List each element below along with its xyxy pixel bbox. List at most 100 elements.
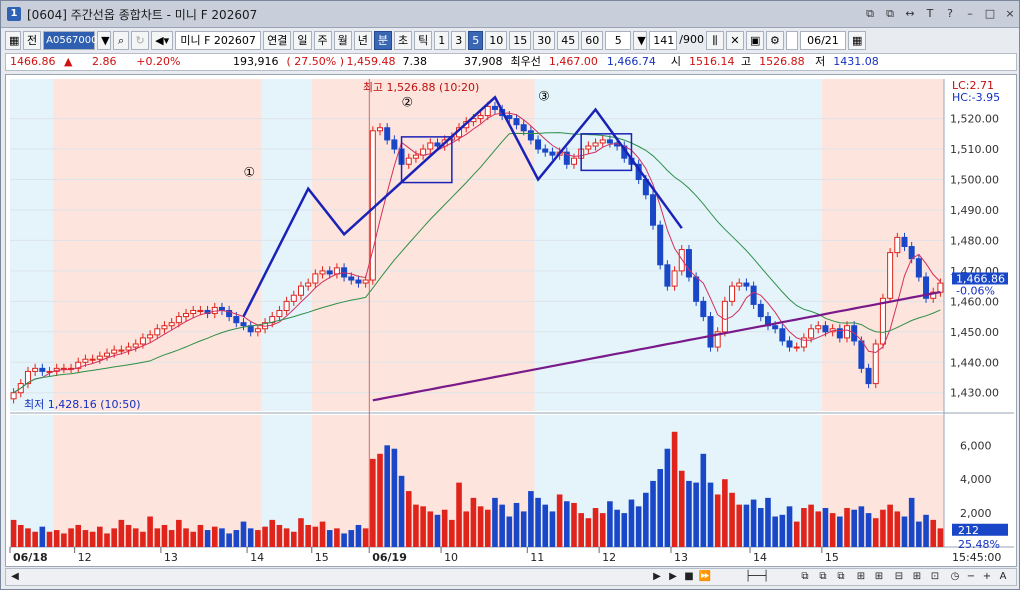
volume-bar	[17, 524, 24, 547]
tile-icon[interactable]: ⧉	[883, 7, 897, 21]
sound-icon[interactable]: ◀▾	[151, 30, 174, 50]
tab-week[interactable]: 주	[313, 30, 332, 50]
volume-bar	[635, 506, 642, 547]
chart-svg[interactable]: 1,520.00 1,510.00 1,500.00 1,490.00 1,480.00…	[6, 75, 1016, 566]
candle-body	[707, 316, 714, 348]
instrument-name-field[interactable]: 미니 F 202607	[175, 30, 262, 50]
tab-second[interactable]: 초	[394, 30, 413, 50]
zoom-in-icon[interactable]: +	[980, 570, 994, 584]
interval-10[interactable]: 10	[485, 30, 508, 50]
overlay-icon[interactable]: ⧉	[816, 570, 830, 584]
zoom-slider[interactable]: ├──┤	[722, 570, 792, 584]
time-label: 15	[315, 551, 329, 564]
grid-icon[interactable]: ⊞	[910, 570, 924, 584]
session-band	[10, 79, 54, 411]
open-interest: 37,908	[463, 55, 503, 68]
interval-value-field[interactable]: 5	[605, 30, 632, 50]
tab-minute[interactable]: 분	[373, 30, 392, 50]
chart-scrollbar[interactable]: ◀ ▶ ▶ ■ ⏩ ├──┤ ⧉ ⧉ ⧉ ⊞ ⊞ ⊟ ⊞ ⊡ ◷ − + A	[5, 568, 1017, 586]
font-size-icon[interactable]: A	[996, 570, 1010, 584]
candle-body	[89, 358, 96, 361]
help-icon[interactable]: ?	[943, 7, 957, 21]
volume-bar	[147, 516, 153, 547]
high-value: 1526.88	[759, 55, 805, 68]
volume-bar	[722, 479, 728, 547]
candle-body	[664, 264, 671, 287]
volume-bar	[456, 482, 462, 547]
volume-bar	[312, 526, 319, 547]
volume-bar	[219, 528, 225, 547]
zoom-out-icon[interactable]: −	[964, 570, 978, 584]
interval-1[interactable]: 1	[434, 30, 450, 50]
scroll-left-icon[interactable]: ◀	[8, 570, 22, 584]
interval-60[interactable]: 60	[581, 30, 604, 50]
refresh-icon[interactable]: ↻	[131, 30, 150, 50]
tab-year[interactable]: 년	[353, 30, 372, 50]
position-field[interactable]: 141	[649, 30, 678, 50]
tab-link[interactable]: 연결	[263, 30, 292, 50]
minimize-button[interactable]: –	[963, 7, 977, 21]
compare-icon[interactable]: ⧉	[834, 570, 848, 584]
candle-body	[96, 355, 103, 360]
indicator-icon[interactable]: ⊞	[854, 570, 868, 584]
expand-icon[interactable]: ⊞	[872, 570, 886, 584]
chart-area[interactable]: 1,520.00 1,510.00 1,500.00 1,490.00 1,480.00…	[5, 74, 1017, 567]
volume-bar	[542, 504, 549, 547]
candle-body	[491, 105, 498, 110]
font-icon[interactable]: T	[923, 7, 937, 21]
volume-bar	[693, 482, 699, 547]
volume-bar	[39, 526, 46, 547]
search-icon[interactable]: ⌕	[113, 30, 130, 50]
candle-icon[interactable]: ⫼	[705, 30, 724, 50]
arrange-icon[interactable]: ↔	[903, 7, 917, 21]
link-icon[interactable]: ⧉	[863, 7, 877, 21]
volume-bar	[750, 499, 757, 547]
all-button[interactable]: 전	[23, 30, 42, 50]
code-input[interactable]: A0567000	[43, 30, 98, 50]
volume-bar	[829, 513, 836, 547]
layout-icon[interactable]: ⊟	[892, 570, 906, 584]
calendar-icon[interactable]: ▦	[847, 30, 866, 50]
play-icon[interactable]: ▶	[666, 570, 680, 584]
stop-icon[interactable]: ■	[682, 570, 696, 584]
candle-body	[161, 325, 168, 330]
volume-bar	[362, 528, 369, 547]
date-field[interactable]: 06/21	[799, 30, 846, 50]
candle-body	[405, 157, 412, 165]
save-icon[interactable]: ▣	[745, 30, 764, 50]
interval-5[interactable]: 5	[468, 30, 484, 50]
fast-forward-icon[interactable]: ⏩	[698, 570, 712, 584]
candle-body	[570, 157, 577, 165]
volume-bar	[664, 448, 671, 547]
volume-bar	[564, 501, 570, 547]
candle-body	[506, 115, 513, 120]
volume-bar	[290, 531, 297, 547]
date-checkbox[interactable]	[785, 30, 798, 50]
layout-icon[interactable]: ▦	[5, 30, 21, 50]
volume-bar	[765, 497, 771, 547]
tab-tick[interactable]: 틱	[414, 30, 433, 50]
gear-icon[interactable]: ⚙	[765, 30, 784, 50]
candle-body	[132, 343, 139, 348]
chevron-down-icon[interactable]: ▼	[633, 30, 648, 50]
interval-15[interactable]: 15	[509, 30, 532, 50]
interval-3[interactable]: 3	[451, 30, 467, 50]
time-label: 13	[164, 551, 178, 564]
interval-45[interactable]: 45	[557, 30, 580, 50]
maximize-button[interactable]: □	[983, 7, 997, 21]
interval-30[interactable]: 30	[533, 30, 556, 50]
volume-bar	[441, 509, 448, 547]
print-icon[interactable]: ⊡	[928, 570, 942, 584]
candle-body	[168, 322, 175, 327]
candle-body	[858, 340, 865, 369]
clock-icon[interactable]: ◷	[948, 570, 962, 584]
tab-month[interactable]: 월	[333, 30, 352, 50]
tab-day[interactable]: 일	[293, 30, 312, 50]
close-button[interactable]: ×	[1003, 7, 1017, 21]
split-view-icon[interactable]: ⧉	[798, 570, 812, 584]
session-band-volume	[10, 415, 54, 547]
candle-body	[908, 246, 915, 260]
dropdown-arrow-icon[interactable]: ▼	[97, 30, 112, 50]
crosshair-icon[interactable]: ✕	[725, 30, 744, 50]
scroll-prev-icon[interactable]: ▶	[650, 570, 664, 584]
